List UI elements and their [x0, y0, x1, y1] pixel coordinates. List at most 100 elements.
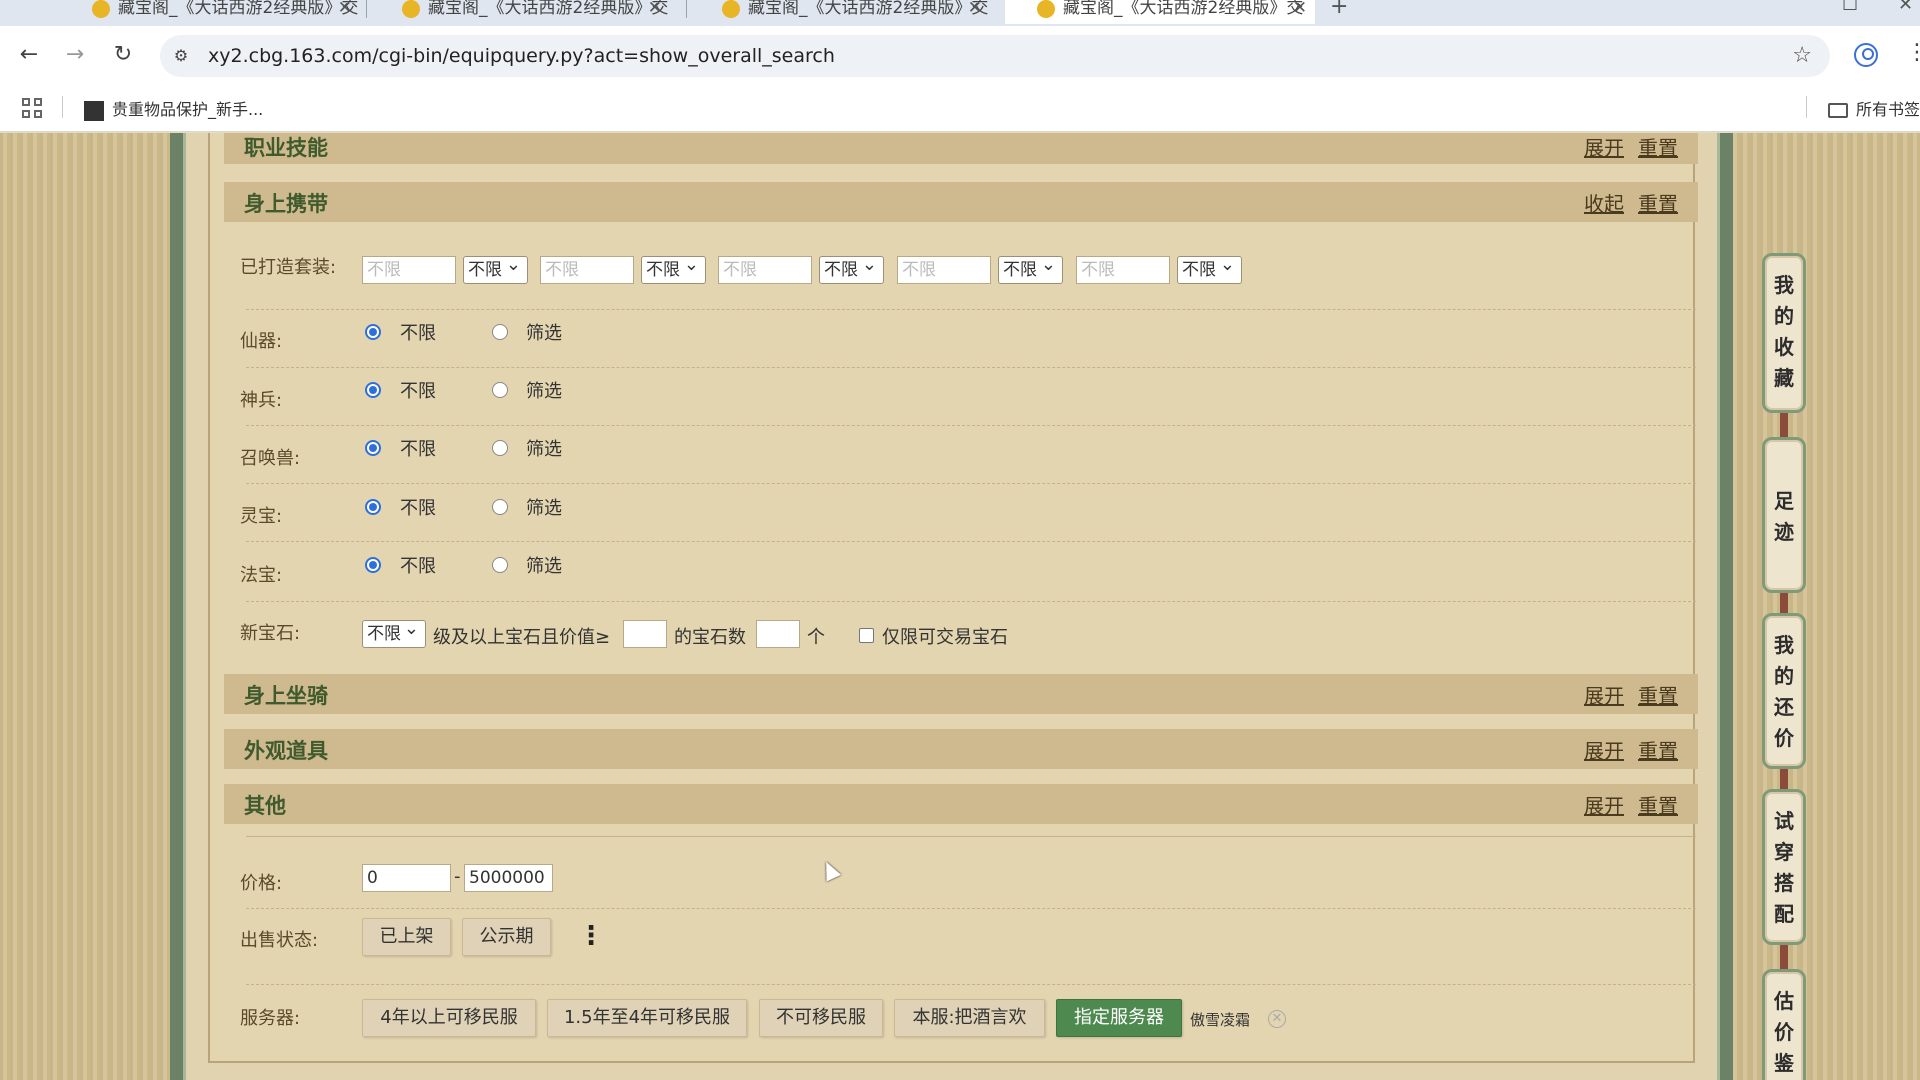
tradable-only-checkbox[interactable]: [859, 628, 874, 643]
reset-link[interactable]: 重置: [1638, 192, 1678, 216]
bookmark-divider: [62, 96, 63, 118]
section-other: 其他 展开 重置: [224, 784, 1698, 824]
sale-status-listed-button[interactable]: 已上架: [362, 918, 451, 956]
cbg-favicon-icon: [92, 0, 110, 18]
reset-link[interactable]: 重置: [1638, 684, 1678, 708]
gem-value-input[interactable]: [623, 620, 667, 648]
expand-link[interactable]: 展开: [1584, 684, 1624, 708]
bookmark-item[interactable]: 贵重物品保护_新手...: [84, 96, 263, 121]
radio-filter[interactable]: [492, 440, 508, 456]
radio-any[interactable]: [365, 499, 381, 515]
radio-filter[interactable]: [492, 382, 508, 398]
price-max-input[interactable]: 5000000: [464, 864, 553, 892]
address-bar[interactable]: ⚙ xy2.cbg.163.com/cgi-bin/equipquery.py?…: [160, 35, 1830, 77]
tab-close-icon[interactable]: ✕: [968, 0, 982, 24]
tab-char: 价: [1774, 726, 1794, 750]
all-bookmarks-label: 所有书签: [1856, 100, 1920, 119]
forward-icon[interactable]: →: [60, 40, 90, 70]
radio-any[interactable]: [365, 382, 381, 398]
radio-any[interactable]: [365, 324, 381, 340]
my-counter-offers-tab[interactable]: 我 的 还 价: [1762, 613, 1806, 769]
tab-char: 藏: [1774, 366, 1794, 390]
gem-level-text: 级及以上宝石且价值≥: [433, 627, 611, 648]
server-specified-button[interactable]: 指定服务器: [1056, 999, 1182, 1037]
sale-status-label: 出售状态:: [240, 930, 319, 951]
collapse-link[interactable]: 收起: [1584, 192, 1624, 216]
price-min-input[interactable]: 0: [362, 864, 451, 892]
apps-grid-icon[interactable]: [22, 98, 42, 118]
server-4y-plus-button[interactable]: 4年以上可移民服: [362, 999, 536, 1037]
reset-link[interactable]: 重置: [1638, 739, 1678, 763]
browser-tab[interactable]: 藏宝阁_《大话西游2经典版》交 ✕: [370, 0, 670, 24]
back-icon[interactable]: ←: [14, 40, 44, 70]
radio-filter-label: 筛选: [526, 556, 562, 577]
section-title: 身上坐骑: [244, 684, 328, 708]
price-label: 价格:: [240, 873, 283, 894]
tab-close-icon[interactable]: ✕: [1293, 0, 1307, 24]
more-options-icon[interactable]: ⋮: [578, 921, 604, 951]
gem-level-select[interactable]: 不限: [362, 616, 426, 648]
expand-link[interactable]: 展开: [1584, 739, 1624, 763]
expand-link[interactable]: 展开: [1584, 794, 1624, 818]
tab-char: 试: [1774, 809, 1794, 833]
section-carried: 身上携带 收起 重置: [224, 182, 1698, 222]
reset-link[interactable]: 重置: [1638, 136, 1678, 160]
forged-set-select[interactable]: 不限: [998, 252, 1063, 284]
row-divider: [246, 908, 1696, 909]
server-current-button[interactable]: 本服:把酒言欢: [894, 999, 1045, 1037]
radio-filter[interactable]: [492, 499, 508, 515]
forged-set-select[interactable]: 不限: [463, 252, 528, 284]
radio-any[interactable]: [365, 440, 381, 456]
site-info-icon[interactable]: ⚙: [170, 45, 192, 67]
search-form: 职业技能 展开重置 身上携带 收起重置 已打造套装: 不限 不限 不限 不限 不…: [208, 133, 1698, 1063]
clear-server-icon[interactable]: ✕: [1268, 1010, 1286, 1028]
radio-filter-label: 筛选: [526, 381, 562, 402]
forged-set-input[interactable]: 不限: [540, 256, 634, 284]
bookmark-star-icon[interactable]: ☆: [1792, 43, 1812, 68]
new-tab-button[interactable]: +: [1330, 0, 1348, 19]
sale-status-publicity-button[interactable]: 公示期: [462, 918, 551, 956]
forged-set-select[interactable]: 不限: [641, 252, 706, 284]
try-on-outfit-tab[interactable]: 试 穿 搭 配: [1762, 789, 1806, 945]
forged-set-input[interactable]: 不限: [718, 256, 812, 284]
window-close-icon[interactable]: ✕: [1898, 0, 1913, 15]
browser-menu-icon[interactable]: ⋮: [1906, 40, 1920, 65]
profile-icon[interactable]: [1854, 43, 1878, 67]
tab-close-icon[interactable]: ✕: [648, 0, 662, 24]
section-career-skill: 职业技能 展开 重置: [224, 133, 1698, 164]
radio-any-label: 不限: [400, 498, 436, 519]
reload-icon[interactable]: ↻: [108, 40, 138, 70]
gem-count-input[interactable]: [756, 620, 800, 648]
row-divider: [246, 367, 1696, 368]
footprints-tab[interactable]: 足 迹: [1762, 437, 1806, 593]
reset-link[interactable]: 重置: [1638, 794, 1678, 818]
radio-filter-label: 筛选: [526, 439, 562, 460]
bookmark-divider: [1806, 96, 1807, 118]
server-1-5y-4y-button[interactable]: 1.5年至4年可移民服: [547, 999, 747, 1037]
forged-set-select[interactable]: 不限: [819, 252, 884, 284]
row-divider: [246, 483, 1696, 484]
browser-tab[interactable]: 藏宝阁_《大话西游2经典版》交 ✕: [60, 0, 360, 24]
expand-link[interactable]: 展开: [1584, 136, 1624, 160]
my-favorites-tab[interactable]: 我 的 收 藏: [1762, 253, 1806, 413]
server-no-migrate-button[interactable]: 不可移民服: [759, 999, 883, 1037]
forged-set-input[interactable]: 不限: [362, 256, 456, 284]
radio-filter[interactable]: [492, 557, 508, 573]
tab-close-icon[interactable]: ✕: [338, 0, 352, 24]
gem-label: 新宝石:: [240, 623, 301, 644]
radio-any[interactable]: [365, 557, 381, 573]
frame-left: [170, 133, 186, 1080]
all-bookmarks[interactable]: 所有书签: [1828, 96, 1920, 120]
browser-tab-active[interactable]: 藏宝阁_《大话西游2经典版》交 ✕: [1005, 0, 1315, 24]
radio-any-label: 不限: [400, 323, 436, 344]
section-title: 其他: [244, 794, 286, 818]
forged-set-input[interactable]: 不限: [1076, 256, 1170, 284]
browser-tab[interactable]: 藏宝阁_《大话西游2经典版》交 ✕: [690, 0, 990, 24]
forged-set-select[interactable]: 不限: [1177, 252, 1242, 284]
forged-set-input[interactable]: 不限: [897, 256, 991, 284]
maximize-icon[interactable]: ☐: [1842, 0, 1858, 15]
radio-filter[interactable]: [492, 324, 508, 340]
appraisal-tab[interactable]: 估 价 鉴: [1762, 969, 1806, 1080]
section-title: 职业技能: [244, 136, 328, 160]
row-divider: [246, 984, 1696, 985]
